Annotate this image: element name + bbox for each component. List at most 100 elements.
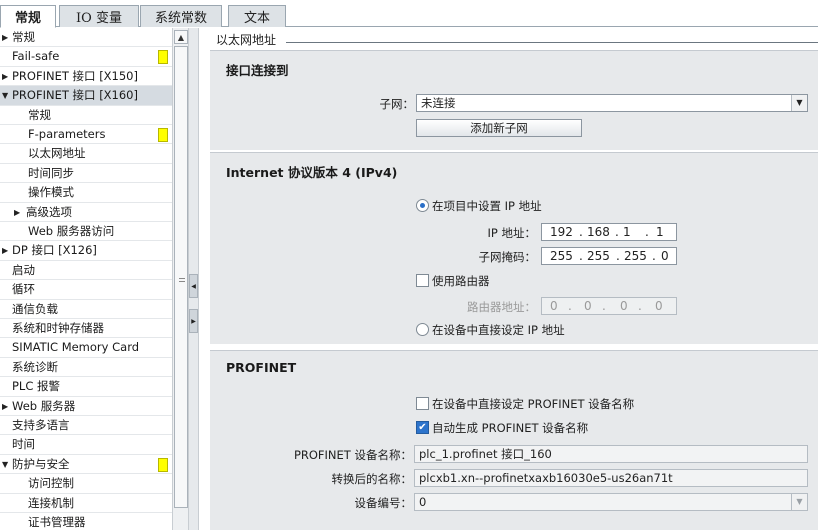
tree-item[interactable]: 通信负载 [0,300,172,319]
tab-label: 文本 [243,11,270,26]
expanded-arrow-icon[interactable]: ▼ [2,86,8,105]
subnet-mask-field[interactable]: 255 . 255 . 255 . 0 [541,247,677,265]
tab-label: IO 变量 [76,11,122,26]
converted-name-field[interactable]: plcxb1.xn--profinetxaxb16030e5-us26an71t [414,469,808,487]
collapse-left-icon[interactable]: ◀ [189,274,198,298]
section-title: Internet 协议版本 4 (IPv4) [226,165,398,180]
tree-item[interactable]: 以太网地址 [0,144,172,164]
subnet-mask-label: 子网掩码： [478,250,537,264]
subnet-dropdown[interactable]: 未连接 ▼ [416,94,808,112]
warning-flag-icon [158,128,168,142]
property-tabs: 常规 IO 变量 系统常数 文本 [0,0,818,28]
tree-item[interactable]: 时间 [0,435,172,455]
device-number-dropdown[interactable]: 0 ▼ [414,493,808,511]
tree-item-label: 常规 [28,107,51,122]
tree-item[interactable]: Web 服务器访问 [0,222,172,242]
tree-item[interactable]: 证书管理器 [0,513,172,530]
tree-item[interactable]: F-parameters [0,125,172,145]
tab-io-tags[interactable]: IO 变量 [59,5,139,27]
set-ip-in-project-label: 在项目中设置 IP 地址 [432,199,542,213]
properties-panel: 以太网地址 接口连接到 子网： 未连接 ▼ 添加新子网 Internet 协议版… [200,28,818,530]
tree-item-label: 系统诊断 [12,359,58,374]
tree-item-label: Web 服务器访问 [28,224,115,238]
tree-item[interactable]: 系统和时钟存储器 [0,319,172,339]
mask-octet: 255 [587,249,610,263]
use-router-checkbox[interactable] [416,274,429,287]
tree-item[interactable]: 启动 [0,261,172,281]
router-octet: 0 [584,299,592,313]
set-ip-on-device-label: 在设备中直接设定 IP 地址 [432,323,565,337]
tree-item[interactable]: ▶ PROFINET 接口 [X150] [0,67,172,87]
tree-item[interactable]: ▼ 防护与安全 [0,455,172,475]
collapsed-arrow-icon[interactable]: ▶ [2,397,8,416]
tree-item[interactable]: SIMATIC Memory Card [0,338,172,358]
tree-item-label: PROFINET 接口 [X150] [12,68,138,83]
collapsed-arrow-icon[interactable]: ▶ [2,28,8,47]
tree-item[interactable]: ▶ Web 服务器 [0,397,172,416]
add-subnet-button[interactable]: 添加新子网 [416,119,582,137]
ip-address-field[interactable]: 192 . 168 . 1 . 1 [541,223,677,241]
tab-texts[interactable]: 文本 [228,5,286,27]
set-name-on-device-checkbox[interactable] [416,397,429,410]
device-name-field[interactable]: plc_1.profinet 接口_160 [414,445,808,463]
tree-item-label: F-parameters [28,127,106,141]
router-address-label: 路由器地址： [467,300,536,314]
tree-item[interactable]: 循环 [0,280,172,300]
pane-splitter[interactable]: ◀ ▶ [189,28,199,530]
ip-dot: . [652,249,656,263]
tree-item-label: PROFINET 接口 [X160] [12,88,138,103]
section-crumb: 以太网地址 [216,33,277,47]
tree-item[interactable]: 访问控制 [0,474,172,494]
chevron-down-icon[interactable]: ▼ [791,494,807,510]
warning-flag-icon [158,50,168,65]
router-address-field[interactable]: 0 . 0 . 0 . 0 [541,297,677,315]
mask-octet: 0 [661,249,669,263]
tree-item[interactable]: PLC 报警 [0,377,172,397]
tree-item[interactable]: 支持多语言 [0,416,172,436]
scroll-up-icon[interactable]: ▲ [174,30,188,44]
set-ip-in-project-radio[interactable] [416,199,429,212]
tab-general[interactable]: 常规 [0,5,56,28]
scroll-thumb[interactable] [174,46,188,508]
profinet-section: PROFINET 在设备中直接设定 PROFINET 设备名称 ✔ 自动生成 P… [210,350,818,530]
collapsed-arrow-icon[interactable]: ▶ [2,67,8,86]
tree-item[interactable]: ▶ DP 接口 [X126] [0,241,172,261]
tree-item-label: DP 接口 [X126] [12,243,97,258]
tree-scrollbar[interactable]: ▲ [172,28,189,530]
set-name-on-device-label: 在设备中直接设定 PROFINET 设备名称 [432,397,635,411]
tree-item[interactable]: Fail-safe [0,47,172,67]
collapsed-arrow-icon[interactable]: ▶ [14,203,20,222]
tree-item[interactable]: 操作模式 [0,183,172,203]
ip-dot: . [602,299,606,313]
section-title: PROFINET [226,360,297,375]
warning-flag-icon [158,457,168,472]
collapsed-arrow-icon[interactable]: ▶ [2,241,8,260]
ip-dot: . [579,249,583,263]
ip-octet: 192 [550,225,573,239]
divider [286,42,818,43]
chevron-down-icon[interactable]: ▼ [791,95,807,111]
expanded-arrow-icon[interactable]: ▼ [2,455,8,474]
tree-item[interactable]: ▶ 高级选项 [0,203,172,222]
section-title: 接口连接到 [226,63,289,78]
tree-item[interactable]: ▼ PROFINET 接口 [X160] [0,86,172,106]
router-octet: 0 [655,299,663,313]
ip-octet: 168 [587,225,610,239]
router-octet: 0 [620,299,628,313]
tree-item[interactable]: 系统诊断 [0,358,172,378]
expand-right-icon[interactable]: ▶ [189,309,198,333]
tree-item-label: Fail-safe [12,49,60,64]
mask-octet: 255 [624,249,647,263]
ip-address-label: IP 地址： [487,226,536,240]
tree-item[interactable]: 连接机制 [0,494,172,513]
device-number-label: 设备编号： [354,496,413,510]
section-header: 以太网地址 [200,28,818,50]
tab-label: 常规 [14,11,41,26]
tree-item[interactable]: ▶ 常规 [0,28,172,48]
tab-system-constants[interactable]: 系统常数 [140,5,222,27]
tree-item[interactable]: 时间同步 [0,164,172,184]
tree-item[interactable]: 常规 [0,106,172,125]
navigation-tree: ▶ 常规 Fail-safe ▶ PROFINET 接口 [X150] ▼ PROFINET… [0,28,172,530]
auto-generate-name-checkbox[interactable]: ✔ [416,421,429,434]
set-ip-on-device-radio[interactable] [416,323,429,336]
